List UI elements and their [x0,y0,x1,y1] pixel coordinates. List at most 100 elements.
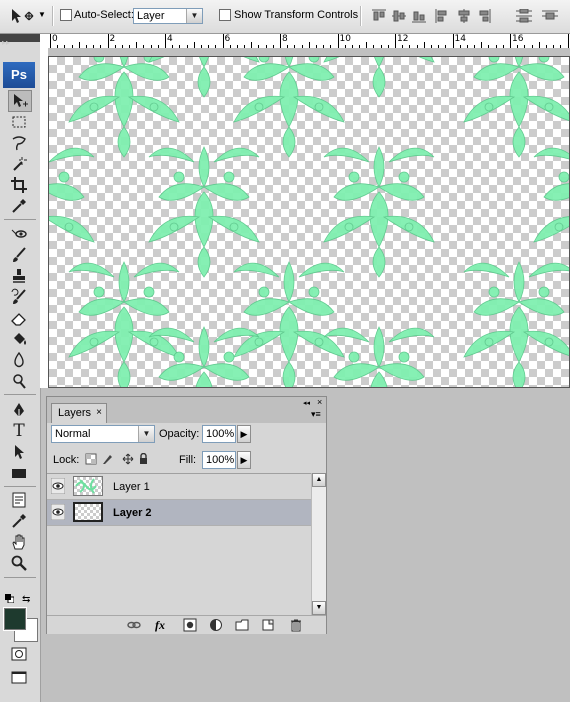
ruler-label: 0 [52,34,58,44]
ruler-label: 14 [454,34,466,44]
delete-layer-icon[interactable] [289,618,303,632]
layers-scrollbar[interactable]: ▲ ▼ [311,473,326,615]
zoom-tool-icon[interactable] [8,553,30,573]
ruler-label: 16 [512,34,524,44]
collapse-arrows-icon[interactable]: ▸▸ [2,38,10,47]
fill-label: Fill: [179,454,197,466]
magic-wand-icon[interactable] [8,154,30,174]
collapse-panel-icon[interactable]: ◂◂ [303,399,310,407]
separator [360,6,362,26]
opacity-slider-button[interactable]: ▶ [237,425,251,443]
separator [4,394,36,395]
layers-panel: ◂◂ × Layers × ▾≡ Normal ▼ Opacity: 100% … [46,396,327,634]
layer-list: Layer 1 Layer 2 [47,473,311,616]
document-canvas[interactable] [48,56,570,388]
ruler-major-tick [107,34,109,48]
layer-1-thumbnail [73,476,103,496]
move-tool-icon[interactable] [8,90,32,112]
close-panel-icon[interactable]: × [317,397,322,407]
eyedropper-2-icon[interactable] [8,511,30,531]
ruler-label: 12 [397,34,409,44]
tab-layers[interactable]: Layers × [51,403,107,423]
damask-motif [233,261,345,387]
ruler-label: 6 [224,34,231,44]
ruler-major-tick [222,34,224,48]
paint-bucket-icon[interactable] [8,329,30,349]
tab-layers-label: Layers [58,407,92,419]
eraser-tool-icon[interactable] [8,308,30,328]
scroll-up-icon[interactable]: ▲ [312,473,326,487]
crop-tool-icon[interactable] [8,175,30,195]
layer-name: Layer 2 [113,507,152,519]
layer-row-layer-2[interactable]: Layer 2 [47,500,311,526]
canvas-margin [48,48,570,56]
damask-motif [148,326,260,387]
ruler-major-tick [337,34,339,48]
new-layer-icon[interactable] [261,618,275,632]
new-group-icon[interactable] [235,618,249,632]
tools-panel: ▸▸ Ps T ⇆ [0,34,41,702]
horizontal-ruler[interactable]: 024681012141618 [40,34,570,49]
eye-icon[interactable] [51,478,65,494]
ruler-label: 8 [282,34,288,44]
options-bar: ▼ Auto-Select: Layer ▼ Show Transform Co… [0,0,570,34]
move-tool-icon[interactable] [10,8,36,27]
fill-input[interactable]: 100% [202,451,236,469]
fill-slider-button[interactable]: ▶ [237,451,251,469]
healing-brush-icon[interactable] [8,224,30,244]
hand-tool-icon[interactable] [8,532,30,552]
auto-select-value: Layer [137,10,165,22]
auto-select-label: Auto-Select: [74,9,134,21]
align-buttons-group[interactable] [372,9,562,23]
damask-motif [323,57,435,98]
history-brush-icon[interactable] [8,287,30,307]
marquee-tool-icon[interactable] [8,112,30,132]
damask-motif [463,261,569,387]
dodge-tool-icon[interactable] [8,371,30,391]
brush-tool-icon[interactable] [8,245,30,265]
layer-name: Layer 1 [113,481,150,493]
ruler-major-tick [395,34,396,48]
link-layers-icon[interactable] [127,618,141,632]
show-transform-checkbox[interactable] [219,9,231,22]
quick-mask-icon[interactable] [8,644,30,664]
foreground-color-swatch[interactable] [3,607,27,631]
pen-tool-icon[interactable] [8,400,30,420]
close-tab-icon[interactable]: × [96,404,102,422]
auto-select-checkbox[interactable] [60,9,72,22]
damask-motif [148,146,260,278]
notes-tool-icon[interactable] [8,490,30,510]
separator [52,6,54,26]
show-transform-label: Show Transform Controls [234,9,359,21]
rectangle-tool-icon[interactable] [8,463,30,483]
ruler-major-tick [50,34,51,48]
opacity-input[interactable]: 100% [202,425,236,443]
layer-row-layer-1[interactable]: Layer 1 [47,474,311,500]
layer-mask-icon[interactable] [183,618,197,632]
ruler-label: 4 [167,34,173,44]
blend-mode-dropdown[interactable]: Normal ▼ [51,425,155,443]
eye-icon[interactable] [51,504,65,520]
damask-motif [463,57,569,158]
damask-motif [49,147,95,243]
lock-buttons-group[interactable] [85,453,149,465]
panel-menu-icon[interactable]: ▾≡ [311,409,321,420]
auto-select-dropdown[interactable]: Layer ▼ [133,8,203,24]
default-colors-icon[interactable] [5,594,15,604]
layer-style-icon[interactable]: fx [155,618,169,632]
blend-mode-value: Normal [55,428,91,440]
lasso-tool-icon[interactable] [8,133,30,153]
swap-colors-icon[interactable]: ⇆ [22,594,30,605]
scroll-down-icon[interactable]: ▼ [312,601,326,615]
clone-stamp-icon[interactable] [8,266,30,286]
path-selection-icon[interactable] [8,442,30,462]
screen-mode-icon[interactable] [8,668,30,688]
type-tool-icon[interactable]: T [8,421,30,441]
adjustment-layer-icon[interactable] [209,618,223,632]
blur-tool-icon[interactable] [8,350,30,370]
damask-motif [323,146,435,278]
lock-label: Lock: [53,454,80,466]
photoshop-logo[interactable]: Ps [3,62,35,88]
tool-preset-dropdown-icon[interactable]: ▼ [38,10,46,19]
eyedropper-tool-icon[interactable] [8,196,30,216]
